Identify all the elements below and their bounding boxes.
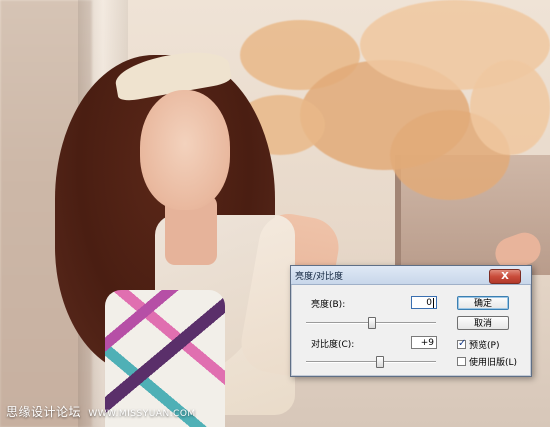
legacy-label: 使用旧版(L) [469, 358, 518, 368]
brightness-value: 0 [426, 298, 432, 308]
ok-button[interactable]: 确定 [457, 296, 509, 310]
contrast-value: +9 [420, 338, 434, 348]
contrast-slider-thumb[interactable] [376, 356, 384, 368]
preview-option[interactable]: 预览(P) [457, 338, 499, 351]
face [140, 90, 230, 210]
brightness-slider-thumb[interactable] [368, 317, 376, 329]
preview-checkbox[interactable] [457, 338, 466, 349]
watermark: 思缘设计论坛 WWW.MISSYUAN.COM [6, 403, 196, 420]
text-caret [433, 297, 434, 308]
legacy-option[interactable]: 使用旧版(L) [457, 355, 517, 368]
brightness-label: 亮度(B): [311, 300, 346, 310]
cancel-button[interactable]: 取消 [457, 316, 509, 330]
close-icon: X [501, 271, 509, 282]
watermark-brand: 思缘设计论坛 [6, 405, 82, 419]
preview-label: 预览(P) [469, 341, 500, 351]
brightness-contrast-dialog: 亮度/对比度 X 亮度(B): 0 对比度(C): +9 确定 取消 预览(P)… [290, 265, 532, 377]
close-button[interactable]: X [489, 269, 521, 284]
contrast-slider-track[interactable] [306, 361, 436, 363]
contrast-label: 对比度(C): [311, 340, 355, 350]
contrast-input[interactable]: +9 [411, 336, 437, 349]
foliage-cluster [470, 60, 550, 155]
legacy-checkbox[interactable] [457, 357, 466, 366]
dialog-title: 亮度/对比度 [295, 271, 344, 282]
brightness-input[interactable]: 0 [411, 296, 437, 309]
watermark-url: WWW.MISSYUAN.COM [88, 409, 196, 419]
